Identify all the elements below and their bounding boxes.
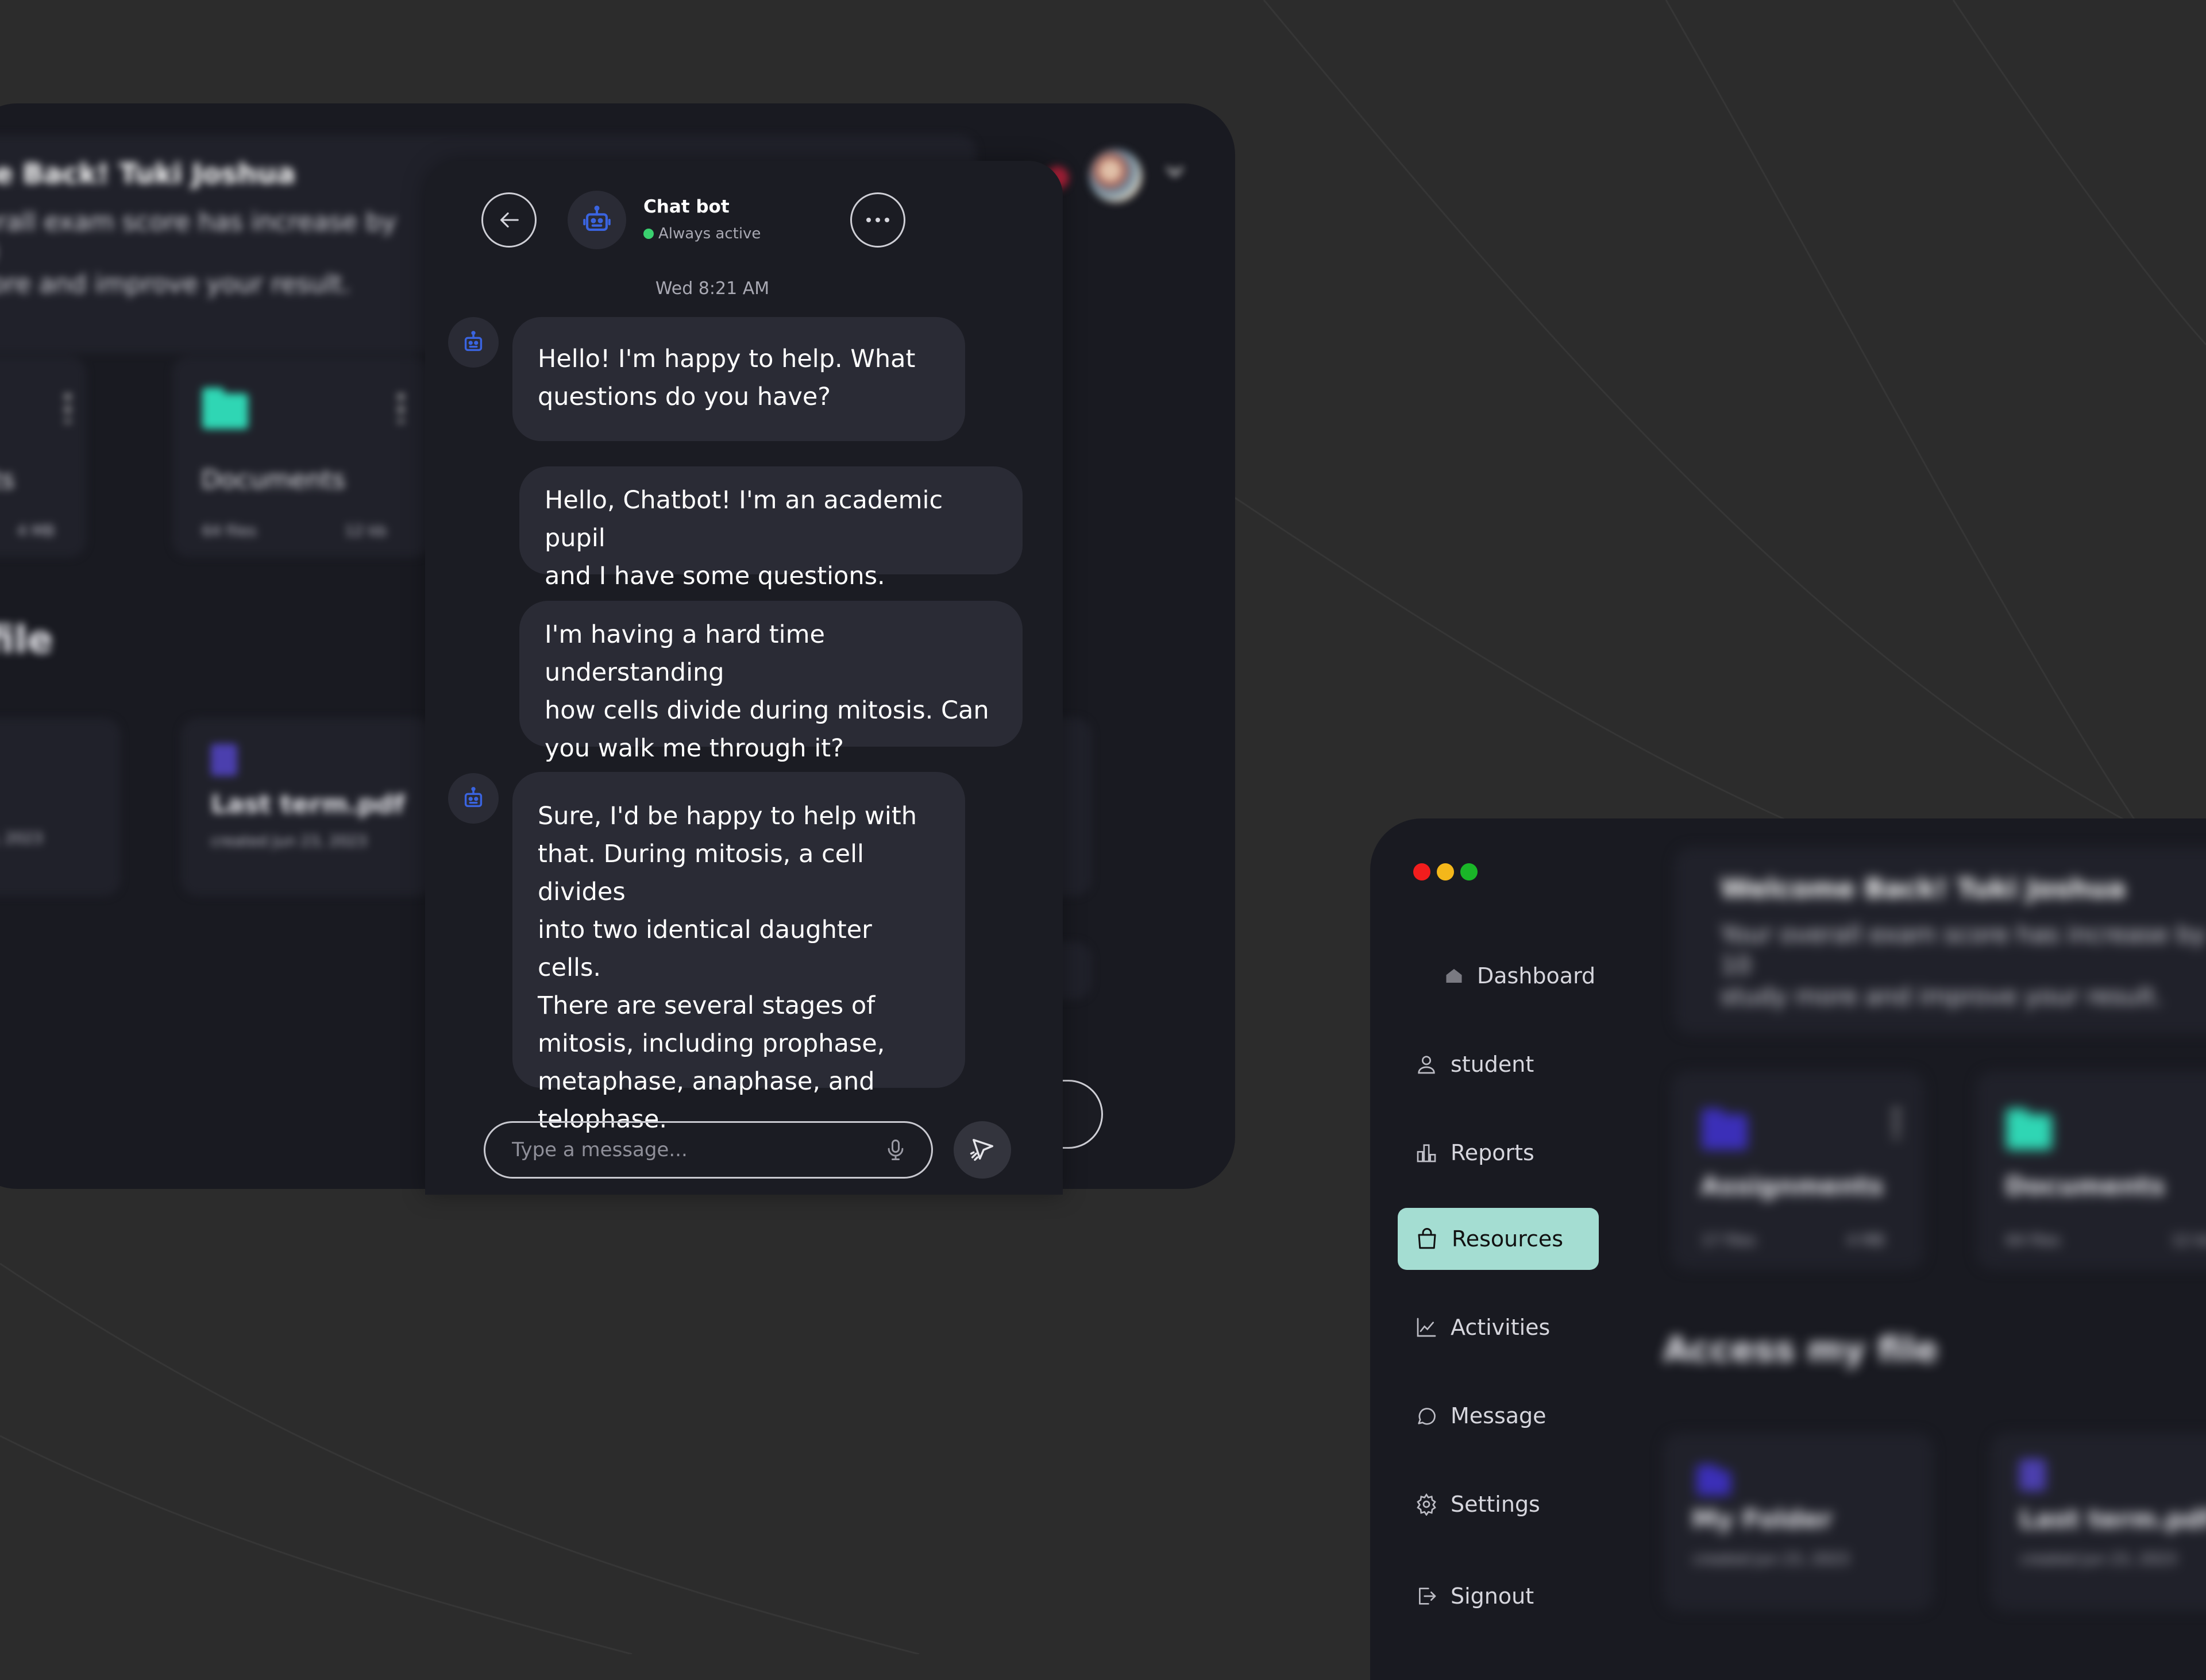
folder-label: Documents <box>2005 1172 2165 1201</box>
message-timestamp: Wed 8:21 AM <box>655 279 770 299</box>
user-message: Hello, Chatbot! I'm an academic pupil an… <box>519 466 1023 590</box>
folder-card-assignments[interactable]: Assignments 17 files 4 MB <box>1672 1071 1925 1269</box>
more-vertical-icon[interactable] <box>64 391 71 423</box>
file-label: Last term.pdf <box>211 790 405 819</box>
shopping-bag-icon <box>1418 1228 1436 1249</box>
window-maximize-button[interactable] <box>1460 863 1478 880</box>
file-created: created Jun 23, 2023 <box>1693 1551 1849 1568</box>
bot-status: Always active <box>643 225 761 242</box>
sidebar-item-label: Resources <box>1452 1226 1564 1252</box>
folder-icon <box>2006 1109 2052 1150</box>
welcome-text: verall exam score has increase by 10 mor… <box>0 207 397 299</box>
folder-size: 4 MB <box>17 523 55 540</box>
sidebar-item-label: Dashboard <box>1477 963 1596 988</box>
file-label: My Folder <box>1692 1505 1833 1534</box>
status-text: Always active <box>658 225 761 242</box>
sidebar-item-label: Message <box>1451 1403 1546 1428</box>
robot-icon <box>464 331 483 352</box>
sidebar-item-activities[interactable]: Activities <box>1398 1296 1599 1358</box>
status-dot <box>643 229 654 239</box>
back-button[interactable] <box>481 192 537 248</box>
sidebar-item-label: Signout <box>1451 1584 1534 1609</box>
welcome-title: Welcome Back! Tuki Joshua <box>1721 873 2126 904</box>
message-input[interactable] <box>511 1138 883 1162</box>
line-chart-icon <box>1417 1318 1436 1337</box>
sidebar-item-label: student <box>1451 1052 1534 1077</box>
section-title: y file <box>0 617 53 662</box>
bot-message-avatar <box>448 317 499 368</box>
send-icon <box>970 1138 994 1161</box>
user-message: I'm having a hard time understanding how… <box>519 601 1023 763</box>
send-button[interactable] <box>954 1121 1011 1179</box>
bot-message: Sure, I'd be happy to help with that. Du… <box>512 772 965 1134</box>
gear-icon <box>1417 1493 1436 1516</box>
sidebar-item-resources[interactable]: Resources <box>1398 1208 1599 1270</box>
avatar[interactable] <box>1089 149 1142 202</box>
sidebar-item-message[interactable]: Message <box>1398 1385 1599 1447</box>
logout-icon <box>1419 1588 1436 1605</box>
pdf-file-icon <box>211 744 237 776</box>
robot-icon <box>583 205 611 231</box>
bot-message: Hello! I'm happy to help. What questions… <box>512 317 965 441</box>
bot-avatar <box>568 191 626 249</box>
file-created: Jun 23, 2023 <box>0 830 43 847</box>
more-horizontal-icon <box>866 218 889 222</box>
bar-chart-icon <box>1417 1144 1436 1163</box>
file-card-last-term[interactable]: Last term.pdf created Jun 23, 2023 <box>1991 1433 2206 1611</box>
pdf-file-icon <box>2019 1459 2046 1491</box>
sidebar-item-label: Activities <box>1451 1315 1551 1340</box>
message-circle-icon <box>1418 1408 1436 1425</box>
folder-icon <box>202 388 248 429</box>
chatbot-panel: Chat bot Always active Wed 8:21 AM Hello… <box>425 161 1063 1195</box>
file-created: created Jun 23, 2023 <box>211 833 367 850</box>
folder-label: Assignments <box>1700 1172 1884 1201</box>
microphone-icon[interactable] <box>883 1137 908 1163</box>
welcome-text: Your overall exam score has increase by … <box>1721 920 2206 1010</box>
sidebar-item-label: Settings <box>1451 1492 1540 1517</box>
user-icon <box>1418 1056 1435 1074</box>
folder-icon <box>1702 1109 1748 1150</box>
sidebar-item-reports[interactable]: Reports <box>1398 1122 1599 1184</box>
dashboard-window: Dashboard student Reports Resources Acti… <box>1370 818 2206 1680</box>
more-options-button[interactable] <box>850 192 905 248</box>
file-card-my-folder[interactable]: My Folder created Jun 23, 2023 <box>1663 1433 1933 1611</box>
sidebar-item-settings[interactable]: Settings <box>1398 1473 1599 1535</box>
message-input-container <box>484 1121 933 1179</box>
folder-card-assignments[interactable]: ents 4 MB <box>0 356 86 557</box>
folder-icon <box>1696 1465 1731 1496</box>
folder-files: 64 files <box>2006 1232 2061 1249</box>
file-card-last-term[interactable]: Last term.pdf created Jun 23, 2023 <box>181 718 434 896</box>
chevron-down-icon[interactable] <box>1163 160 1186 183</box>
window-minimize-button[interactable] <box>1437 863 1454 880</box>
sidebar-item-label: Reports <box>1451 1140 1534 1165</box>
arrow-left-icon <box>500 212 519 228</box>
file-card-my-folder[interactable]: r Jun 23, 2023 <box>0 718 121 896</box>
folder-label: ents <box>0 465 15 495</box>
robot-icon <box>464 787 483 808</box>
folder-card-documents[interactable]: Documents 64 files 12 kb <box>1976 1071 2206 1269</box>
bot-name: Chat bot <box>643 196 730 217</box>
folder-size: 12 kb <box>345 523 387 540</box>
section-title: Access my file <box>1663 1330 1938 1370</box>
sidebar-item-dashboard[interactable]: Dashboard <box>1398 945 1599 1007</box>
folder-card-documents[interactable]: Documents 64 files 12 kb <box>172 356 431 557</box>
folder-size: 4 MB <box>1847 1232 1885 1249</box>
folder-size: 12 kb <box>2172 1232 2206 1249</box>
folder-files: 17 files <box>1702 1232 1756 1249</box>
more-vertical-icon[interactable] <box>398 391 404 423</box>
file-label: Last term.pdf <box>2019 1505 2206 1534</box>
more-vertical-icon[interactable] <box>1893 1106 1900 1138</box>
bot-message-avatar <box>448 773 499 824</box>
folder-files: 64 files <box>202 523 257 540</box>
sidebar-item-student[interactable]: student <box>1398 1033 1599 1095</box>
window-close-button[interactable] <box>1413 863 1430 880</box>
file-created: created Jun 23, 2023 <box>2020 1551 2177 1568</box>
sidebar-item-signout[interactable]: Signout <box>1398 1565 1599 1627</box>
welcome-title: me Back! Tuki Joshua <box>0 158 296 190</box>
home-icon <box>1446 969 1462 983</box>
folder-label: Documents <box>201 465 345 495</box>
